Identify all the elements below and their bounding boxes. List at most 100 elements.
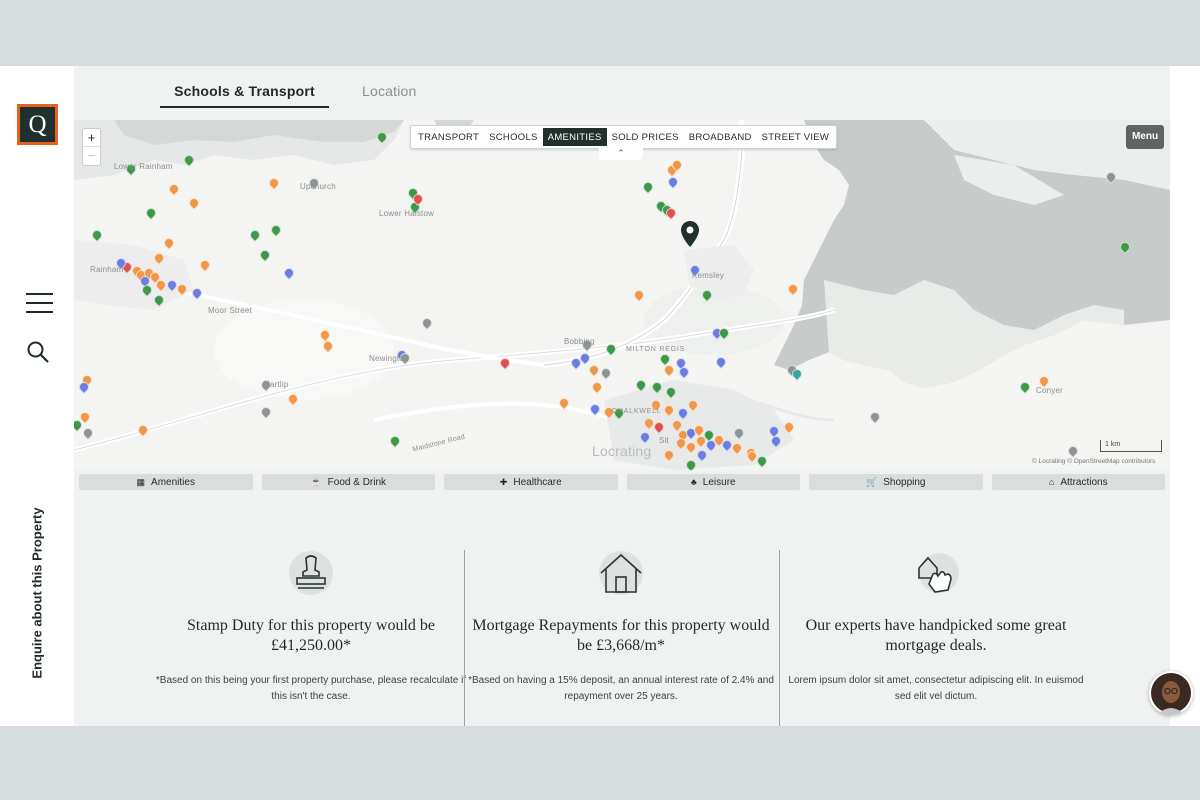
amenity-marker[interactable] bbox=[89, 227, 105, 243]
layer-amenities-button[interactable]: AMENITIES bbox=[542, 128, 607, 146]
mortgage-deals-card: Our experts have handpicked some great m… bbox=[779, 550, 1093, 726]
amenity-marker[interactable] bbox=[1065, 443, 1081, 459]
amenity-marker[interactable] bbox=[419, 315, 435, 331]
hand-house-icon bbox=[918, 553, 959, 593]
layer-sold-prices-button[interactable]: SOLD PRICES bbox=[607, 128, 684, 146]
amenity-marker[interactable] bbox=[675, 405, 691, 421]
tab-location[interactable]: Location bbox=[362, 83, 417, 108]
category-label: Food & Drink bbox=[327, 476, 387, 488]
amenity-marker[interactable] bbox=[268, 222, 284, 238]
amenity-marker[interactable] bbox=[603, 341, 619, 357]
map-place-label: Upchurch bbox=[300, 182, 336, 191]
amenity-marker[interactable] bbox=[374, 129, 390, 145]
amenity-marker[interactable] bbox=[281, 265, 297, 281]
layer-street-view-button[interactable]: STREET VIEW bbox=[757, 128, 835, 146]
amenity-marker[interactable] bbox=[633, 377, 649, 393]
amenity-marker[interactable] bbox=[781, 419, 797, 435]
amenity-marker[interactable] bbox=[1017, 379, 1033, 395]
amenity-marker[interactable] bbox=[151, 292, 167, 308]
amenity-marker[interactable] bbox=[166, 181, 182, 197]
enquire-about-property-link[interactable]: Enquire about this Property bbox=[30, 507, 45, 678]
amenity-marker[interactable] bbox=[1117, 239, 1133, 255]
category-leisure-button[interactable]: ♣ Leisure bbox=[626, 474, 800, 490]
amenity-marker[interactable] bbox=[785, 281, 801, 297]
layer-broadband-button[interactable]: BROADBAND bbox=[684, 128, 757, 146]
amenity-marker[interactable] bbox=[556, 395, 572, 411]
amenity-marker[interactable] bbox=[135, 422, 151, 438]
map-place-label: Locrating bbox=[592, 443, 652, 459]
amenity-marker[interactable] bbox=[631, 287, 647, 303]
zoom-out-button[interactable]: − bbox=[83, 147, 100, 165]
amenity-marker[interactable] bbox=[247, 227, 263, 243]
amenity-marker[interactable] bbox=[685, 397, 701, 413]
amenity-marker[interactable] bbox=[181, 152, 197, 168]
coffee-icon: ☕ bbox=[310, 476, 322, 487]
amenity-marker[interactable] bbox=[151, 250, 167, 266]
info-cards: Stamp Duty for this property would be £4… bbox=[74, 550, 1170, 726]
amenity-marker[interactable] bbox=[587, 401, 603, 417]
hamburger-menu-icon[interactable] bbox=[26, 293, 53, 313]
map-attribution[interactable]: © Locrating © OpenStreetMap contributors bbox=[1032, 458, 1155, 465]
category-filter-bar: ▦ Amenities ☕ Food & Drink ✚ Healthcare ♣ Le… bbox=[79, 474, 1165, 490]
amenity-marker[interactable] bbox=[589, 379, 605, 395]
amenity-marker[interactable] bbox=[699, 287, 715, 303]
stamp-duty-card: Stamp Duty for this property would be £4… bbox=[154, 550, 468, 726]
category-amenities-button[interactable]: ▦ Amenities bbox=[79, 474, 253, 490]
map-layer-bar: TRANSPORT SCHOOLS AMENITIES SOLD PRICES … bbox=[410, 125, 838, 149]
search-icon[interactable] bbox=[26, 340, 50, 364]
amenity-marker[interactable] bbox=[143, 205, 159, 221]
amenity-marker[interactable] bbox=[598, 365, 614, 381]
map-place-label: MILTON REGIS bbox=[626, 346, 686, 353]
amenity-marker[interactable] bbox=[186, 195, 202, 211]
amenity-marker[interactable] bbox=[640, 179, 656, 195]
amenity-marker[interactable] bbox=[694, 447, 710, 463]
amenity-marker[interactable] bbox=[189, 285, 205, 301]
map-menu-button[interactable]: Menu bbox=[1126, 125, 1164, 149]
zoom-in-button[interactable]: + bbox=[83, 129, 100, 147]
collapse-layer-bar-chevron-icon[interactable]: ⌃ bbox=[599, 148, 643, 160]
amenity-marker[interactable] bbox=[661, 447, 677, 463]
category-healthcare-button[interactable]: ✚ Healthcare bbox=[444, 474, 618, 490]
layer-transport-button[interactable]: TRANSPORT bbox=[413, 128, 484, 146]
amenity-marker[interactable] bbox=[683, 457, 699, 470]
amenity-marker[interactable] bbox=[80, 425, 96, 441]
map-place-label: CHALKWELL bbox=[612, 408, 662, 415]
category-attractions-button[interactable]: ⌂ Attractions bbox=[991, 474, 1165, 490]
layer-schools-button[interactable]: SCHOOLS bbox=[484, 128, 543, 146]
amenity-marker[interactable] bbox=[258, 404, 274, 420]
amenity-marker[interactable] bbox=[317, 327, 333, 343]
map-place-label: Bobbing bbox=[564, 337, 595, 346]
amenity-marker[interactable] bbox=[497, 355, 513, 371]
mortgage-repayment-note: *Based on having a 15% deposit, an annua… bbox=[468, 675, 774, 702]
amenity-marker[interactable] bbox=[665, 174, 681, 190]
amenity-marker[interactable] bbox=[713, 354, 729, 370]
amenity-marker[interactable] bbox=[257, 247, 273, 263]
amenity-marker[interactable] bbox=[387, 433, 403, 449]
amenity-marker[interactable] bbox=[637, 429, 653, 445]
medical-bag-icon: ✚ bbox=[499, 476, 508, 487]
amenity-marker[interactable] bbox=[285, 391, 301, 407]
chat-avatar[interactable] bbox=[1149, 671, 1193, 715]
amenity-marker[interactable] bbox=[663, 384, 679, 400]
mortgage-repayment-card: Mortgage Repayments for this property wo… bbox=[464, 550, 778, 726]
category-label: Amenities bbox=[151, 476, 195, 488]
mortgage-deals-note: Lorem ipsum dolor sit amet, consectetur … bbox=[788, 675, 1084, 702]
brand-logo[interactable]: Q bbox=[17, 104, 58, 145]
stamp-duty-title: Stamp Duty for this property would be £4… bbox=[187, 617, 435, 654]
zoom-control: + − bbox=[82, 128, 101, 166]
map-place-label: Hartlip bbox=[264, 380, 289, 389]
amenity-marker[interactable] bbox=[161, 235, 177, 251]
property-location-pin-icon[interactable] bbox=[681, 221, 699, 247]
amenity-marker[interactable] bbox=[266, 175, 282, 191]
amenity-marker[interactable] bbox=[649, 379, 665, 395]
amenity-marker[interactable] bbox=[197, 257, 213, 273]
amenity-marker[interactable] bbox=[586, 362, 602, 378]
map-view[interactable]: Lower Rainham Upchurch Lower Halstow Rai… bbox=[74, 120, 1170, 470]
amenity-marker[interactable] bbox=[661, 402, 677, 418]
amenity-marker[interactable] bbox=[731, 425, 747, 441]
category-shopping-button[interactable]: 🛒 Shopping bbox=[809, 474, 983, 490]
amenity-marker[interactable] bbox=[1103, 169, 1119, 185]
tab-schools-transport[interactable]: Schools & Transport bbox=[160, 83, 329, 108]
category-food-drink-button[interactable]: ☕ Food & Drink bbox=[261, 474, 435, 490]
amenity-marker[interactable] bbox=[867, 409, 883, 425]
